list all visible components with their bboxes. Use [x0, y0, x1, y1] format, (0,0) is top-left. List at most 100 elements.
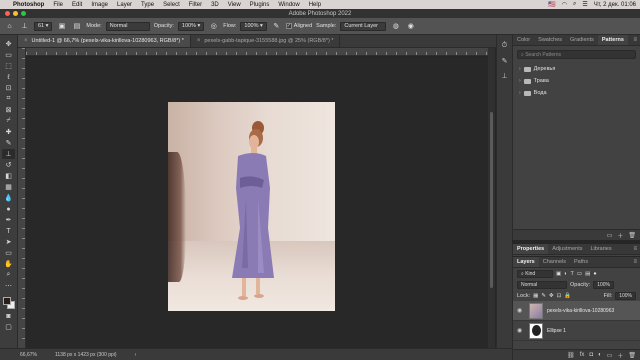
new-group-icon[interactable]: ▭ — [607, 352, 613, 359]
foreground-color-swatch[interactable] — [2, 297, 11, 305]
flow-input[interactable]: 100% ▾ — [240, 21, 267, 31]
panel-menu-icon[interactable]: ≡ — [633, 35, 640, 45]
search-icon[interactable]: ⌕ — [573, 1, 576, 8]
screen-mode-icon[interactable]: ▢ — [2, 322, 15, 332]
eraser-tool-icon[interactable]: ◧ — [2, 171, 15, 181]
add-mask-icon[interactable]: ◘ — [589, 352, 593, 358]
artboard-tool-icon[interactable]: ▭ — [2, 50, 15, 60]
healing-brush-icon[interactable]: ✚ — [2, 127, 15, 137]
pressure-size-icon[interactable]: ◉ — [405, 21, 416, 32]
tab-channels[interactable]: Channels — [539, 257, 570, 267]
clone-stamp-tool-icon[interactable]: ⊥ — [19, 21, 30, 32]
history-icon[interactable]: ⏱ — [500, 41, 510, 51]
menu-image[interactable]: Image — [91, 2, 108, 8]
home-icon[interactable]: ⌂ — [4, 21, 15, 32]
brush-preset-picker[interactable]: 61 ▾ — [34, 21, 53, 31]
menu-type[interactable]: Type — [141, 2, 154, 8]
tab-color[interactable]: Color — [513, 35, 534, 45]
tab-adjustments[interactable]: Adjustments — [548, 244, 586, 254]
new-pattern-icon[interactable]: ＋ — [617, 231, 623, 240]
trash-icon[interactable]: 🗑 — [628, 352, 636, 359]
trash-icon[interactable]: 🗑 — [628, 232, 636, 239]
brush-panel-icon[interactable]: ✎ — [500, 56, 510, 66]
zoom-level[interactable]: 66,67% — [20, 352, 37, 358]
menu-layer[interactable]: Layer — [117, 2, 132, 8]
tab-gradients[interactable]: Gradients — [566, 35, 598, 45]
type-tool-icon[interactable]: T — [2, 226, 15, 236]
fx-icon[interactable]: fx — [580, 352, 585, 358]
fill-input[interactable]: 100% — [615, 291, 636, 300]
menu-window[interactable]: Window — [278, 2, 299, 8]
link-layers-icon[interactable]: ⛓ — [567, 352, 575, 359]
blend-mode-select[interactable]: Normal — [517, 280, 567, 289]
brush-settings-icon[interactable]: ▣ — [56, 21, 67, 32]
panel-menu-icon[interactable]: ≡ — [633, 244, 640, 254]
adjustment-filter-icon[interactable]: ◐ — [564, 271, 567, 277]
control-center-icon[interactable]: ☰ — [582, 1, 587, 8]
hand-tool-icon[interactable]: ✋ — [2, 259, 15, 269]
object-selection-icon[interactable]: ⊡ — [2, 83, 15, 93]
search-patterns-input[interactable]: ⌕ Search Patterns — [517, 50, 636, 59]
menu-plugins[interactable]: Plugins — [250, 2, 270, 8]
dodge-tool-icon[interactable]: ● — [2, 204, 15, 214]
new-group-icon[interactable]: ▭ — [607, 232, 613, 239]
layer-opacity-input[interactable]: 100% — [593, 280, 614, 289]
smart-object-filter-icon[interactable]: ▤ — [585, 271, 590, 277]
lock-all-icon[interactable]: 🔒 — [564, 293, 571, 299]
sample-select[interactable]: Current Layer — [340, 21, 387, 31]
minimize-window-button[interactable] — [13, 11, 18, 16]
color-swatches[interactable] — [2, 296, 16, 310]
opacity-input[interactable]: 100% ▾ — [177, 21, 205, 31]
lasso-tool-icon[interactable]: ℓ — [2, 72, 15, 82]
quick-mask-icon[interactable]: ◙ — [2, 311, 15, 321]
ignore-adjustment-icon[interactable]: ◍ — [390, 21, 401, 32]
zoom-window-button[interactable] — [21, 11, 26, 16]
shape-tool-icon[interactable]: ▭ — [2, 248, 15, 258]
menu-3d[interactable]: 3D — [211, 2, 219, 8]
tab-properties[interactable]: Properties — [513, 244, 549, 254]
panel-menu-icon[interactable]: ≡ — [633, 257, 640, 267]
lock-artboard-icon[interactable]: ⊡ — [557, 293, 562, 299]
brush-tool-icon[interactable]: ✎ — [2, 138, 15, 148]
kind-filter-select[interactable]: ⌕ Kind — [517, 269, 553, 278]
scrollbar-thumb[interactable] — [490, 112, 493, 288]
menu-edit[interactable]: Edit — [72, 2, 82, 8]
tab-pexels-gabb[interactable]: × pexels-gabb-tapique-3155588.jpg @ 25% … — [190, 35, 341, 47]
pattern-folder-water[interactable]: › Вода — [513, 87, 640, 99]
shape-filter-icon[interactable]: ▭ — [577, 271, 582, 277]
crop-tool-icon[interactable]: ⌗ — [2, 94, 15, 104]
document-image[interactable] — [168, 102, 335, 311]
pattern-folder-grass[interactable]: › Трава — [513, 75, 640, 87]
tab-swatches[interactable]: Swatches — [534, 35, 566, 45]
tab-libraries[interactable]: Libraries — [586, 244, 615, 254]
zoom-tool-icon[interactable]: ⌕ — [2, 270, 15, 280]
marquee-tool-icon[interactable]: ⬚ — [2, 61, 15, 71]
move-tool-icon[interactable]: ✥ — [2, 39, 15, 49]
path-selection-icon[interactable]: ➤ — [2, 237, 15, 247]
blur-tool-icon[interactable]: 💧 — [2, 193, 15, 203]
tab-layers[interactable]: Layers — [513, 257, 539, 267]
clone-source-icon[interactable]: ▤ — [71, 21, 82, 32]
menubar-clock[interactable]: Чт, 2 дек. 01:06 — [594, 2, 636, 8]
eyedropper-tool-icon[interactable]: ⌿ — [2, 116, 15, 126]
pressure-opacity-icon[interactable]: ◎ — [208, 21, 219, 32]
frame-tool-icon[interactable]: ⊠ — [2, 105, 15, 115]
menu-photoshop[interactable]: Photoshop — [13, 2, 44, 8]
status-menu-icon[interactable]: › — [135, 352, 137, 358]
canvas-scrollbar[interactable] — [488, 48, 495, 348]
lock-image-icon[interactable]: ✎ — [541, 293, 546, 299]
vertical-ruler[interactable] — [18, 48, 26, 348]
close-window-button[interactable] — [5, 11, 10, 16]
more-tools-icon[interactable]: ⋯ — [2, 281, 15, 291]
history-brush-icon[interactable]: ↺ — [2, 160, 15, 170]
clone-source-panel-icon[interactable]: ⊥ — [500, 71, 510, 81]
type-filter-icon[interactable]: T — [571, 271, 574, 277]
eye-icon[interactable]: ◉ — [517, 307, 525, 314]
close-tab-icon[interactable]: × — [197, 38, 201, 44]
lock-transparent-icon[interactable]: ▦ — [533, 293, 538, 299]
mode-select[interactable]: Normal — [105, 21, 150, 31]
tab-untitled-1[interactable]: × Untitled-1 @ 66,7% (pexels-vika-kirill… — [18, 35, 191, 47]
wifi-icon[interactable]: ◠ — [562, 1, 567, 8]
adjustment-layer-icon[interactable]: ◐ — [598, 352, 602, 358]
tab-paths[interactable]: Paths — [570, 257, 592, 267]
